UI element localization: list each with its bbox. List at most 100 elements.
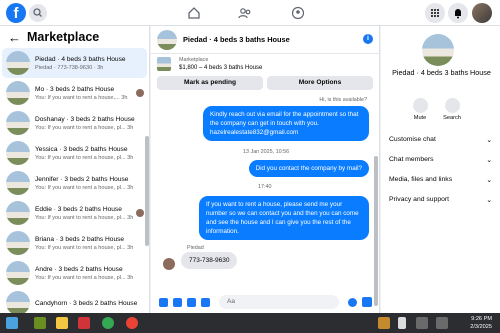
conversation-time: 3h bbox=[127, 154, 134, 161]
listing-summary[interactable]: Marketplace $1,800 – 4 beds 3 baths Hous… bbox=[151, 54, 379, 74]
conversation-item[interactable]: Doshanay · 3 beds 2 baths House You: If … bbox=[2, 108, 147, 138]
details-row-customise[interactable]: Customise chat ⌄ bbox=[389, 136, 492, 144]
conversation-name: Doshanay · 3 beds 2 baths House bbox=[35, 115, 135, 123]
bell-icon bbox=[412, 98, 428, 113]
conversation-preview: You: If you want to rent a house, pl... bbox=[35, 274, 126, 281]
listing-label: Marketplace bbox=[179, 56, 209, 63]
house-thumbnail bbox=[6, 231, 30, 255]
back-arrow-icon[interactable]: ← bbox=[8, 30, 21, 45]
details-row-label: Media, files and links bbox=[389, 176, 453, 183]
conversation-item[interactable]: Piedad · 4 beds 3 baths House Piedad · 7… bbox=[2, 48, 147, 78]
conversation-time: 3h bbox=[127, 244, 134, 251]
conversation-time: 3h bbox=[121, 94, 128, 101]
tray-app-icon[interactable] bbox=[378, 317, 390, 329]
house-thumbnail bbox=[6, 171, 30, 195]
search-icon[interactable] bbox=[29, 4, 47, 22]
notifications-icon[interactable] bbox=[448, 3, 468, 23]
conversation-item[interactable]: Jennifer · 3 beds 2 baths House You: If … bbox=[2, 168, 147, 198]
incoming-message[interactable]: 773-738-9630 bbox=[181, 252, 238, 269]
tray-volume-icon[interactable] bbox=[436, 317, 448, 329]
facebook-logo[interactable]: f bbox=[6, 3, 26, 23]
conversation-item[interactable]: Yessica · 3 beds 2 baths House You: If y… bbox=[2, 138, 147, 168]
groups-icon[interactable] bbox=[290, 5, 306, 21]
chevron-down-icon: ⌄ bbox=[486, 157, 492, 164]
chat-details-panel: Piedad · 4 beds 3 baths House Mute Searc… bbox=[381, 26, 500, 313]
taskbar-clock[interactable]: 9:26 PM 2/3/2025 bbox=[470, 315, 492, 331]
chrome-icon[interactable] bbox=[102, 317, 114, 329]
conversation-name: Eddie · 3 beds 2 baths House bbox=[35, 205, 122, 213]
chat-title[interactable]: Piedad · 4 beds 3 baths House bbox=[183, 35, 290, 44]
marketplace-sidebar: ← Marketplace Piedad · 4 beds 3 baths Ho… bbox=[0, 26, 150, 313]
mark-pending-button[interactable]: Mark as pending bbox=[157, 76, 263, 90]
time-separator: 17:40 bbox=[258, 184, 272, 190]
menu-grid-icon[interactable] bbox=[425, 3, 445, 23]
house-thumbnail bbox=[6, 261, 30, 285]
conversation-name: Briana · 3 beds 2 baths House bbox=[35, 235, 125, 243]
conversation-item[interactable]: Candyhorn · 3 beds 2 baths House bbox=[2, 288, 147, 313]
tray-network-icon[interactable] bbox=[416, 317, 428, 329]
mute-button[interactable]: Mute bbox=[405, 98, 435, 121]
mute-label: Mute bbox=[413, 115, 427, 121]
gif-icon[interactable] bbox=[201, 297, 210, 307]
outgoing-message[interactable]: Did you contact the company by mail? bbox=[248, 160, 369, 177]
conversation-preview: You: If you want to rent a house, pl... bbox=[35, 214, 126, 221]
home-icon[interactable] bbox=[186, 5, 202, 21]
details-avatar[interactable] bbox=[422, 34, 454, 66]
plus-icon[interactable] bbox=[159, 297, 168, 307]
tray-chevron-icon[interactable] bbox=[398, 317, 406, 329]
sidebar-header: ← Marketplace bbox=[0, 26, 149, 48]
outgoing-message[interactable]: Kindly reach out via email for the appoi… bbox=[203, 106, 369, 141]
conversation-name: Yessica · 3 beds 2 baths House bbox=[35, 145, 128, 153]
message-composer: Aa bbox=[151, 291, 380, 313]
house-thumbnail bbox=[6, 291, 30, 313]
sidebar-title: Marketplace bbox=[27, 30, 100, 44]
conversation-item[interactable]: Eddie · 3 beds 2 baths House You: If you… bbox=[2, 198, 147, 228]
chat-header: Piedad · 4 beds 3 baths House i bbox=[151, 26, 379, 54]
profile-avatar[interactable] bbox=[472, 3, 492, 23]
taskbar-time: 9:26 PM bbox=[471, 316, 492, 322]
taskbar-app-icon[interactable] bbox=[34, 317, 46, 329]
friends-icon[interactable] bbox=[237, 5, 253, 21]
listing-actions: Mark as pending More Options bbox=[151, 74, 379, 90]
search-button[interactable]: Search bbox=[437, 98, 467, 121]
emoji-icon[interactable] bbox=[348, 297, 357, 307]
details-row-media[interactable]: Media, files and links ⌄ bbox=[389, 176, 492, 184]
conversation-item[interactable]: Briana · 3 beds 2 baths House You: If yo… bbox=[2, 228, 147, 258]
conversation-preview: You: If you want to rent a house, pl... bbox=[35, 124, 126, 131]
outgoing-message[interactable]: If you want to rent a house, please send… bbox=[199, 196, 369, 240]
chat-avatar[interactable] bbox=[157, 29, 177, 50]
house-thumbnail bbox=[6, 111, 30, 135]
chat-panel: Piedad · 4 beds 3 baths House i Marketpl… bbox=[151, 26, 380, 313]
sender-avatar[interactable] bbox=[163, 258, 175, 270]
photo-icon[interactable] bbox=[173, 297, 182, 307]
details-row-privacy[interactable]: Privacy and support ⌄ bbox=[389, 196, 492, 204]
read-receipt-avatar bbox=[136, 209, 144, 217]
details-title: Piedad · 4 beds 3 baths House bbox=[392, 68, 491, 77]
conversation-time: 3h bbox=[127, 184, 134, 191]
sticker-icon[interactable] bbox=[187, 297, 196, 307]
windows-start-icon[interactable] bbox=[6, 317, 18, 329]
chrome-icon[interactable] bbox=[126, 317, 138, 329]
details-row-label: Chat members bbox=[389, 156, 434, 163]
conversation-item[interactable]: Mo · 3 beds 2 baths House You: If you wa… bbox=[2, 78, 147, 108]
conversation-item[interactable]: Andre · 3 beds 2 baths House You: If you… bbox=[2, 258, 147, 288]
conversation-preview: Piedad · 773-738-9630 · 3h bbox=[35, 64, 104, 71]
message-input[interactable]: Aa bbox=[219, 295, 339, 309]
listing-text: $1,800 – 4 beds 3 baths House bbox=[179, 64, 263, 71]
info-icon[interactable]: i bbox=[363, 34, 373, 44]
taskbar-date: 2/3/2025 bbox=[470, 324, 492, 330]
read-receipt-avatar bbox=[136, 89, 144, 97]
windows-taskbar: 9:26 PM 2/3/2025 bbox=[0, 313, 500, 333]
listing-thumbnail bbox=[157, 57, 171, 71]
house-thumbnail bbox=[6, 141, 30, 165]
conversation-preview: You: If you want to rent a house, pl... bbox=[35, 154, 126, 161]
details-row-members[interactable]: Chat members ⌄ bbox=[389, 156, 492, 164]
thumbs-up-icon[interactable] bbox=[362, 297, 372, 307]
more-options-button[interactable]: More Options bbox=[267, 76, 373, 90]
sidebar-scrollbar[interactable] bbox=[145, 136, 149, 246]
file-explorer-icon[interactable] bbox=[56, 317, 68, 329]
top-bar: f bbox=[0, 0, 500, 26]
taskbar-app-icon[interactable] bbox=[78, 317, 90, 329]
conversation-time: 3h bbox=[127, 124, 134, 131]
chat-scrollbar[interactable] bbox=[374, 156, 378, 306]
